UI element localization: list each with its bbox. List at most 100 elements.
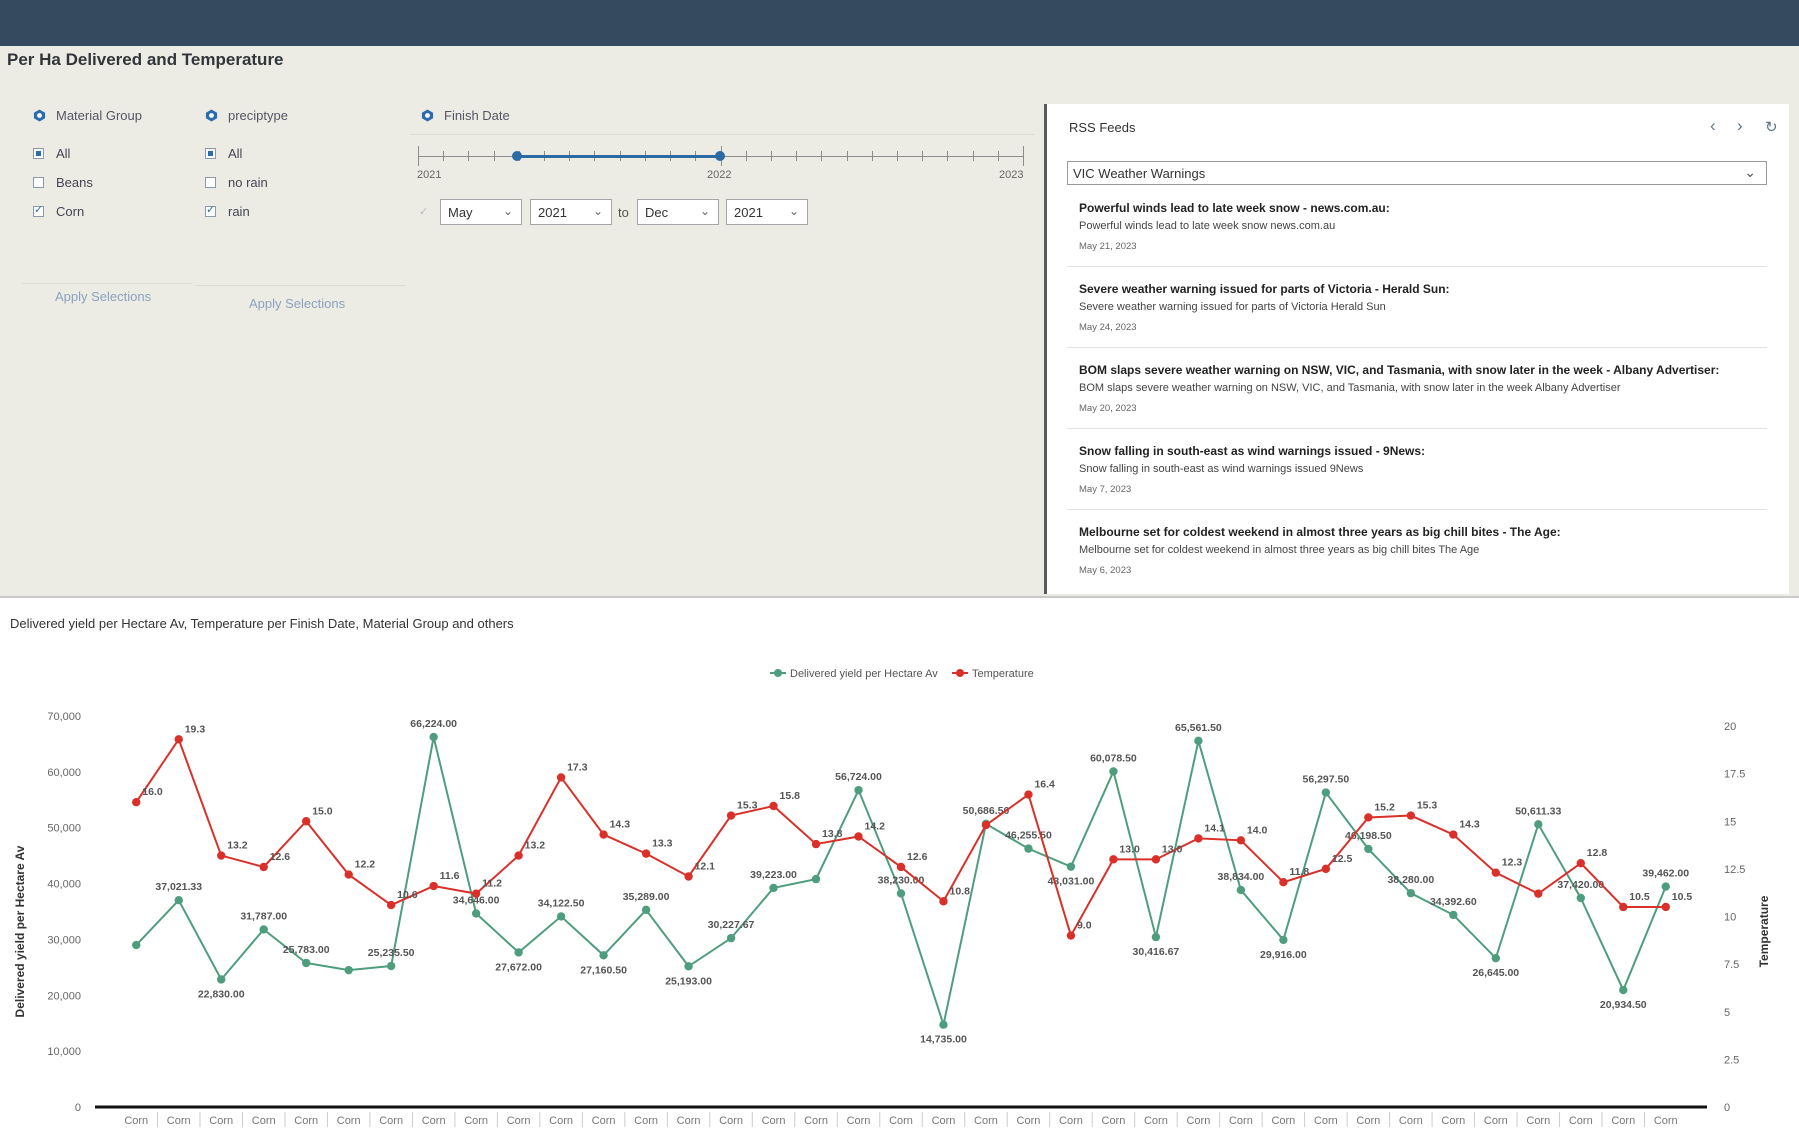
finish-date-label: Finish Date bbox=[444, 108, 510, 123]
data-label-temperature: 12.6 bbox=[907, 851, 928, 863]
x-tick-label: Corn bbox=[1569, 1115, 1593, 1127]
y-tick-label: 30,000 bbox=[47, 934, 81, 946]
data-label-yield: 29,916.00 bbox=[1260, 949, 1307, 961]
preciptype-option-no-rain[interactable]: no rain bbox=[205, 173, 268, 191]
filter-divider bbox=[410, 134, 1035, 135]
x-tick-label: Corn bbox=[1399, 1115, 1423, 1127]
y2-tick-label: 7.5 bbox=[1724, 959, 1739, 971]
data-point-temperature bbox=[684, 872, 693, 881]
preciptype-apply-button[interactable]: Apply Selections bbox=[249, 296, 345, 311]
data-point-yield bbox=[1406, 888, 1416, 898]
x-tick-label: Corn bbox=[507, 1115, 531, 1127]
x-tick-label: Corn bbox=[209, 1115, 233, 1127]
y2-tick-label: 5 bbox=[1724, 1007, 1730, 1019]
from-month-select[interactable]: May ⌄ bbox=[440, 199, 522, 225]
data-point-yield bbox=[259, 925, 268, 934]
data-point-yield bbox=[1109, 767, 1118, 776]
data-label-yield: 31,787.00 bbox=[240, 910, 287, 922]
rss-item[interactable]: Melbourne set for coldest weekend in alm… bbox=[1079, 525, 1769, 576]
combo-line-chart[interactable]: 0 10,000 20,000 30,000 40,000 50,000 60,000 70,… bbox=[0, 631, 1799, 1131]
data-label-temperature: 12.6 bbox=[270, 851, 291, 863]
data-label-yield: 56,724.00 bbox=[835, 771, 882, 783]
checkbox-checked-icon[interactable] bbox=[33, 203, 44, 217]
to-year-select[interactable]: 2021 ⌄ bbox=[726, 199, 808, 225]
chevron-down-icon: ⌄ bbox=[699, 204, 710, 218]
data-point-yield bbox=[769, 883, 778, 893]
data-point-yield bbox=[344, 965, 353, 975]
x-tick-label: Corn bbox=[762, 1115, 786, 1127]
material-group-option-all[interactable]: All bbox=[33, 144, 70, 162]
date-slider-end-handle[interactable] bbox=[715, 151, 725, 161]
to-month-select[interactable]: Dec ⌄ bbox=[637, 199, 719, 225]
year-label-2021: 2021 bbox=[417, 169, 442, 181]
data-point-temperature bbox=[1194, 834, 1203, 843]
chart-title: Delivered yield per Hectare Av, Temperat… bbox=[10, 616, 514, 631]
data-label-temperature: 10.6 bbox=[397, 889, 418, 901]
data-point-yield bbox=[301, 958, 311, 968]
data-label-temperature: 15.0 bbox=[312, 805, 333, 817]
data-label-yield: 50,611.33 bbox=[1515, 805, 1561, 817]
checkbox-partial-icon[interactable] bbox=[205, 147, 216, 159]
x-tick-label: Corn bbox=[1441, 1115, 1465, 1127]
date-slider-start-handle[interactable] bbox=[512, 151, 522, 161]
preciptype-option-all[interactable]: All bbox=[205, 144, 242, 162]
data-label-temperature: 12.1 bbox=[695, 860, 716, 872]
data-point-temperature bbox=[854, 832, 863, 841]
shell-header-bar bbox=[0, 0, 1799, 46]
checkbox-checked-icon[interactable] bbox=[205, 203, 216, 217]
x-tick-label: Corn bbox=[1654, 1115, 1678, 1127]
data-label-yield: 20,934.50 bbox=[1600, 999, 1647, 1011]
preciptype-option-rain[interactable]: rain bbox=[205, 202, 250, 220]
data-point-temperature bbox=[132, 798, 141, 807]
checkbox-unchecked-icon[interactable] bbox=[33, 176, 44, 188]
checkbox-unchecked-icon[interactable] bbox=[205, 176, 216, 188]
x-tick-label: Corn bbox=[889, 1115, 913, 1127]
rss-separator bbox=[1067, 266, 1767, 267]
data-label-temperature: 12.8 bbox=[1587, 847, 1608, 859]
data-point-temperature bbox=[1661, 902, 1670, 912]
material-group-apply-button[interactable]: Apply Selections bbox=[55, 289, 151, 304]
x-tick-label: Corn bbox=[1271, 1115, 1295, 1127]
filter-gear-icon bbox=[421, 109, 434, 122]
y2-tick-label: 10 bbox=[1724, 912, 1736, 924]
y-tick-label: 50,000 bbox=[47, 823, 81, 835]
x-tick-label: Corn bbox=[294, 1115, 318, 1127]
data-label-yield: 34,392.60 bbox=[1430, 896, 1477, 908]
x-tick-label: Corn bbox=[974, 1115, 998, 1127]
material-group-option-beans[interactable]: Beans bbox=[33, 173, 93, 191]
data-label-yield: 39,462.00 bbox=[1642, 868, 1689, 880]
data-point-temperature bbox=[599, 830, 608, 839]
rss-item[interactable]: BOM slaps severe weather warning on NSW,… bbox=[1079, 363, 1769, 414]
refresh-icon[interactable]: ↻ bbox=[1765, 118, 1778, 136]
data-label-yield: 27,160.50 bbox=[580, 964, 627, 976]
data-point-yield bbox=[1279, 935, 1288, 945]
data-point-temperature bbox=[1236, 836, 1246, 845]
data-label-temperature: 11.6 bbox=[440, 870, 460, 882]
data-point-yield bbox=[854, 785, 863, 795]
checkbox-partial-icon[interactable] bbox=[33, 147, 44, 159]
data-point-temperature bbox=[259, 862, 268, 872]
from-year-select[interactable]: 2021 ⌄ bbox=[530, 199, 612, 225]
data-label-temperature: 10.5 bbox=[1672, 891, 1693, 903]
rss-feed-select[interactable]: VIC Weather Warnings ⌄ bbox=[1067, 161, 1767, 185]
chevron-left-icon[interactable]: ‹ bbox=[1710, 116, 1716, 136]
rss-item[interactable]: Severe weather warning issued for parts … bbox=[1079, 282, 1769, 333]
rss-item[interactable]: Snow falling in south-east as wind warni… bbox=[1079, 444, 1769, 495]
material-group-option-corn[interactable]: Corn bbox=[33, 202, 84, 220]
chevron-down-icon: ⌄ bbox=[1744, 164, 1756, 180]
x-tick-label: Corn bbox=[1186, 1115, 1210, 1127]
data-label-temperature: 9.0 bbox=[1077, 920, 1092, 932]
slider-tick bbox=[418, 146, 419, 166]
slider-tick bbox=[846, 151, 848, 161]
legend-label-temperature: Temperature bbox=[972, 668, 1034, 680]
data-point-temperature bbox=[174, 735, 183, 744]
chevron-down-icon: ⌄ bbox=[502, 204, 513, 218]
rss-panel-title: RSS Feeds bbox=[1069, 120, 1136, 135]
slider-tick bbox=[997, 151, 999, 161]
chevron-right-icon[interactable]: › bbox=[1737, 116, 1743, 136]
slider-tick bbox=[1023, 146, 1024, 166]
data-point-yield bbox=[811, 874, 821, 884]
rss-item[interactable]: Powerful winds lead to late week snow - … bbox=[1079, 201, 1769, 252]
legend-label-yield: Delivered yield per Hectare Av bbox=[790, 668, 938, 680]
filter-gear-icon bbox=[205, 109, 218, 122]
